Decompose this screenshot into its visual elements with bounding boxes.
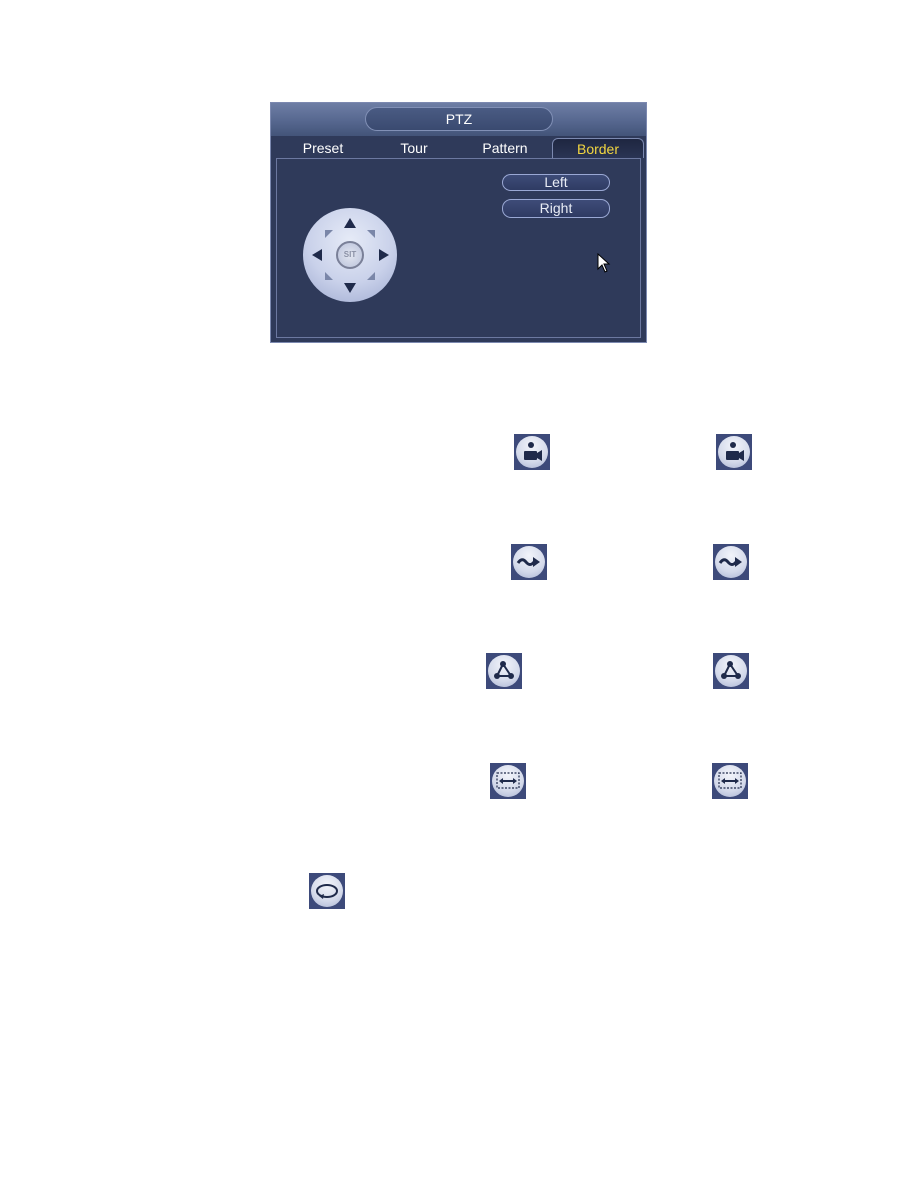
rotate-icon [309, 873, 345, 909]
preset-icon [514, 434, 550, 470]
arrow-up-icon[interactable] [344, 218, 356, 228]
right-button[interactable]: Right [502, 199, 610, 218]
title-bar: PTZ [271, 103, 646, 136]
tab-tour[interactable]: Tour [374, 138, 454, 158]
arrow-down-icon[interactable] [344, 283, 356, 293]
arrow-left-icon[interactable] [312, 249, 322, 261]
arrow-down-right-icon[interactable] [367, 272, 375, 280]
sit-button[interactable]: SIT [336, 241, 364, 269]
pattern-icon [486, 653, 522, 689]
tour-icon [511, 544, 547, 580]
arrow-up-right-icon[interactable] [367, 230, 375, 238]
tab-border[interactable]: Border [552, 138, 644, 158]
arrow-right-icon[interactable] [379, 249, 389, 261]
border-icon [712, 763, 748, 799]
direction-pad[interactable]: SIT [303, 208, 397, 302]
tab-bar: Preset Tour Pattern Border [271, 138, 646, 158]
mouse-cursor-icon [597, 253, 611, 273]
pattern-icon [713, 653, 749, 689]
arrow-up-left-icon[interactable] [325, 230, 333, 238]
preset-icon [716, 434, 752, 470]
left-button[interactable]: Left [502, 174, 610, 191]
dialog-title: PTZ [365, 107, 553, 131]
tab-pattern[interactable]: Pattern [465, 138, 545, 158]
arrow-down-left-icon[interactable] [325, 272, 333, 280]
tour-icon [713, 544, 749, 580]
tab-preset[interactable]: Preset [283, 138, 363, 158]
border-icon [490, 763, 526, 799]
